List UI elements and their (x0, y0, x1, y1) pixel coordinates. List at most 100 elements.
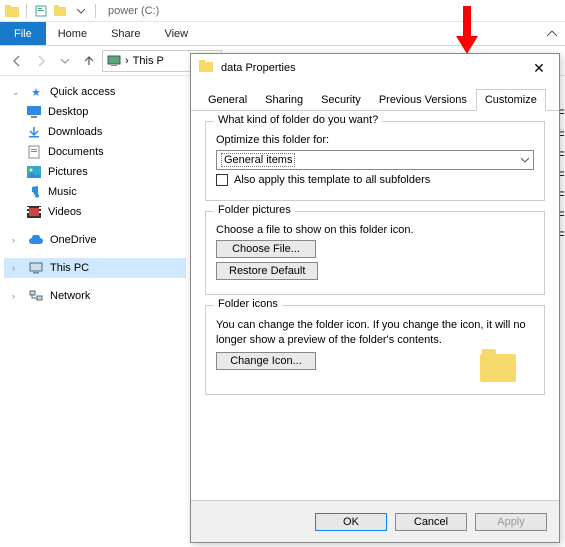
apply-button[interactable]: Apply (475, 513, 547, 531)
dialog-footer: OK Cancel Apply (191, 500, 559, 542)
tab-general[interactable]: General (199, 89, 256, 111)
window-title: power (C:) (108, 5, 159, 17)
close-button[interactable]: ✕ (527, 60, 551, 77)
ribbon: File Home Share View (0, 22, 565, 46)
chevron-down-icon[interactable] (73, 3, 89, 19)
forward-button[interactable] (30, 50, 52, 72)
expand-icon[interactable]: › (12, 235, 22, 245)
ribbon-collapse-icon[interactable] (539, 22, 565, 45)
sidebar-item-label: Pictures (48, 166, 88, 178)
download-icon (26, 124, 42, 140)
folder-icon (4, 3, 20, 19)
sidebar-item-this-pc[interactable]: › This PC (4, 258, 186, 278)
cancel-button[interactable]: Cancel (395, 513, 467, 531)
tab-previous-versions[interactable]: Previous Versions (370, 89, 476, 111)
breadcrumb[interactable]: This P (133, 55, 164, 67)
back-button[interactable] (6, 50, 28, 72)
sidebar-item-music[interactable]: Music (4, 182, 186, 202)
button-label: OK (343, 516, 359, 528)
dialog-titlebar[interactable]: data Properties ✕ (191, 54, 559, 82)
network-icon (28, 288, 44, 304)
button-label: Apply (497, 516, 525, 528)
sidebar-item-label: Desktop (48, 106, 88, 118)
video-icon (26, 204, 42, 220)
optimize-label: Optimize this folder for: (216, 134, 534, 146)
folder-preview-icon (480, 354, 516, 382)
expand-icon[interactable]: › (12, 263, 22, 273)
sidebar-item-onedrive[interactable]: › OneDrive (4, 230, 186, 250)
qat-divider-2 (95, 4, 96, 18)
optimize-select[interactable]: General items (216, 150, 534, 170)
picture-icon (26, 164, 42, 180)
button-label: Restore Default (229, 265, 305, 277)
recent-dropdown-icon[interactable] (54, 50, 76, 72)
sidebar-item-label: Downloads (48, 126, 102, 138)
tab-label: View (164, 28, 188, 40)
sidebar-item-label: Quick access (50, 86, 115, 98)
sidebar-item-label: Network (50, 290, 90, 302)
fieldset-folder-pictures: Folder pictures Choose a file to show on… (205, 211, 545, 295)
tab-sharing[interactable]: Sharing (256, 89, 312, 111)
properties-icon[interactable] (33, 3, 49, 19)
dialog-tabstrip: General Sharing Security Previous Versio… (191, 82, 559, 111)
fieldset-legend: Folder pictures (214, 204, 295, 216)
tab-customize[interactable]: Customize (476, 89, 546, 111)
dialog-body: What kind of folder do you want? Optimiz… (191, 111, 559, 500)
breadcrumb-sep: › (125, 55, 129, 67)
qat-divider (26, 4, 27, 18)
folder-icon (199, 60, 215, 76)
sidebar-item-quick-access[interactable]: ⌄ ★ Quick access (4, 82, 186, 102)
sidebar-item-label: This PC (50, 262, 89, 274)
new-folder-icon[interactable] (53, 3, 69, 19)
pc-icon (107, 55, 121, 67)
expand-icon[interactable]: › (12, 291, 22, 301)
select-value: General items (221, 153, 295, 167)
sidebar-item-label: Videos (48, 206, 81, 218)
tab-home[interactable]: Home (46, 22, 99, 45)
star-icon: ★ (28, 84, 44, 100)
sidebar-item-pictures[interactable]: Pictures (4, 162, 186, 182)
window-titlebar: power (C:) (0, 0, 565, 22)
sidebar-item-documents[interactable]: Documents (4, 142, 186, 162)
annotation-arrow (456, 6, 478, 58)
folder-icons-desc: You can change the folder icon. If you c… (216, 318, 534, 348)
button-label: Choose File... (232, 243, 300, 255)
tab-label: Sharing (265, 94, 303, 106)
collapse-icon[interactable]: ⌄ (12, 87, 22, 98)
music-icon (26, 184, 42, 200)
dialog-title: data Properties (221, 62, 527, 74)
button-label: Cancel (414, 516, 448, 528)
sidebar-item-label: OneDrive (50, 234, 96, 246)
tab-label: Customize (485, 94, 537, 106)
sidebar: ⌄ ★ Quick access Desktop Downloads Docum… (0, 76, 190, 547)
sidebar-item-label: Documents (48, 146, 104, 158)
change-icon-button[interactable]: Change Icon... (216, 352, 316, 370)
up-button[interactable] (78, 50, 100, 72)
tab-label: Previous Versions (379, 94, 467, 106)
restore-default-button[interactable]: Restore Default (216, 262, 318, 280)
sidebar-item-videos[interactable]: Videos (4, 202, 186, 222)
sidebar-item-label: Music (48, 186, 77, 198)
chevron-down-icon (521, 156, 529, 164)
fieldset-folder-kind: What kind of folder do you want? Optimiz… (205, 121, 545, 201)
tab-view[interactable]: View (152, 22, 200, 45)
tab-label: General (208, 94, 247, 106)
file-tab[interactable]: File (0, 22, 46, 45)
tab-label: Share (111, 28, 140, 40)
pc-icon (28, 260, 44, 276)
sidebar-item-downloads[interactable]: Downloads (4, 122, 186, 142)
sidebar-item-network[interactable]: › Network (4, 286, 186, 306)
properties-dialog: data Properties ✕ General Sharing Securi… (190, 53, 560, 543)
tab-label: Home (58, 28, 87, 40)
fieldset-legend: Folder icons (214, 298, 282, 310)
sidebar-item-desktop[interactable]: Desktop (4, 102, 186, 122)
tab-share[interactable]: Share (99, 22, 152, 45)
fieldset-folder-icons: Folder icons You can change the folder i… (205, 305, 545, 395)
ok-button[interactable]: OK (315, 513, 387, 531)
file-tab-label: File (14, 28, 32, 40)
cloud-icon (28, 232, 44, 248)
tab-security[interactable]: Security (312, 89, 370, 111)
choose-file-button[interactable]: Choose File... (216, 240, 316, 258)
document-icon (26, 144, 42, 160)
apply-subfolders-checkbox[interactable]: Also apply this template to all subfolde… (216, 174, 534, 186)
